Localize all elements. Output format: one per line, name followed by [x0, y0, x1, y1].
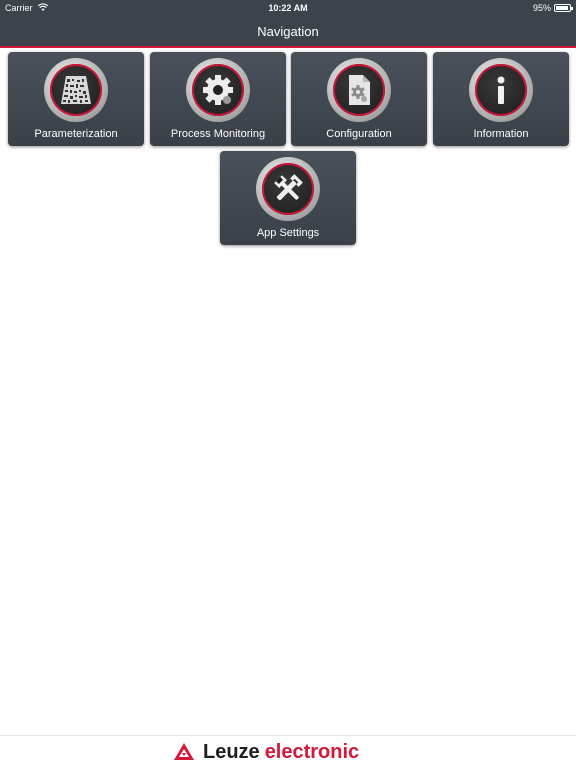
icon-frame — [44, 58, 108, 122]
brand-suffix: electronic — [264, 740, 360, 763]
icon-frame — [327, 58, 391, 122]
icon-frame — [186, 58, 250, 122]
navigation-bar: Navigation — [0, 16, 576, 48]
tools-icon — [274, 174, 303, 201]
brand-logo: Leuze electronic — [173, 740, 359, 764]
tile-label: App Settings — [256, 227, 320, 239]
info-icon — [497, 76, 505, 104]
page-title: Navigation — [257, 24, 319, 39]
icon-frame — [469, 58, 533, 122]
information-button[interactable]: Information — [433, 52, 569, 146]
tile-label: Configuration — [326, 128, 392, 140]
status-time: 10:22 AM — [268, 3, 308, 13]
barcode-icon — [61, 76, 91, 104]
process-monitoring-button[interactable]: Process Monitoring — [150, 52, 286, 146]
app-settings-button[interactable]: App Settings — [220, 151, 356, 245]
footer: Leuze electronic — [0, 735, 576, 768]
leuze-logo-icon — [174, 743, 194, 760]
gear-icon — [203, 75, 233, 105]
brand-name: Leuze — [203, 740, 260, 763]
status-bar: Carrier 10:22 AM 95% — [0, 0, 576, 16]
parameterization-button[interactable]: Parameterization — [8, 52, 144, 146]
tile-label: Information — [473, 128, 529, 140]
configuration-button[interactable]: Configuration — [291, 52, 427, 146]
icon-frame — [256, 157, 320, 221]
battery-percentage: 95% — [532, 3, 551, 13]
tile-label: Parameterization — [34, 128, 118, 140]
battery-icon — [554, 4, 573, 12]
tile-label: Process Monitoring — [170, 128, 266, 140]
config-document-icon — [349, 75, 370, 105]
